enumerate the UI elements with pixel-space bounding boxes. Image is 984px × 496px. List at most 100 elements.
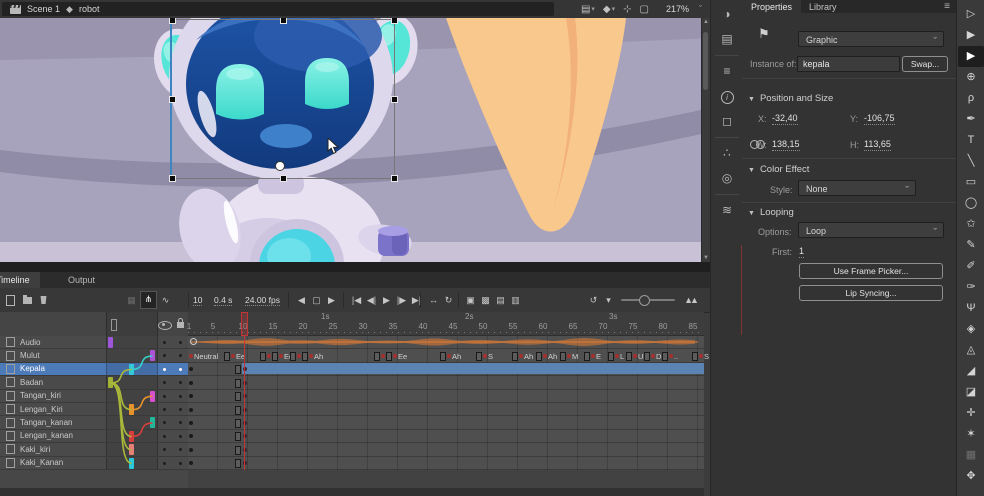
motion-editor-icon[interactable]: ≋: [711, 198, 743, 223]
subselection-tool[interactable]: ▶: [958, 25, 984, 46]
eraser-tool[interactable]: ◪: [958, 382, 984, 403]
step-back-icon[interactable]: ◀|: [364, 288, 379, 312]
handle-bottom-left[interactable]: [169, 175, 176, 182]
timeline-zoom-icon[interactable]: ▲▲: [680, 288, 700, 312]
scroll-down-icon[interactable]: ▼: [702, 255, 710, 261]
stage-canvas[interactable]: ▲ ▼: [0, 18, 710, 262]
visibility-dot[interactable]: [163, 395, 166, 398]
tab-properties[interactable]: Properties: [742, 0, 801, 13]
frame-row-Audio[interactable]: [188, 336, 704, 349]
x-value[interactable]: -32,40: [772, 113, 798, 125]
parent-marker-Badan[interactable]: [108, 377, 113, 388]
parent-marker-Lengan_Kiri[interactable]: [129, 404, 134, 415]
loop-options-dropdown[interactable]: Loop: [798, 222, 944, 238]
frame-selection-tool[interactable]: ▶: [958, 46, 984, 67]
show-parenting-icon[interactable]: ⋔: [140, 291, 157, 309]
info-icon[interactable]: i: [711, 84, 743, 109]
frame-row-Tangan_kiri[interactable]: [188, 390, 704, 403]
lip-syncing-button[interactable]: Lip Syncing...: [799, 285, 943, 301]
frame-row-Tangan_kanan[interactable]: [188, 416, 704, 429]
swatches-icon[interactable]: ▤: [711, 27, 743, 52]
line-tool[interactable]: ╲: [958, 151, 984, 172]
color-icon[interactable]: ◑: [711, 2, 743, 27]
step-forward-one-icon[interactable]: ▶: [324, 288, 339, 312]
tab-library[interactable]: Library: [800, 0, 846, 13]
current-frame-icon[interactable]: ▢: [309, 288, 324, 312]
ink-bottle-tool[interactable]: ◬: [958, 340, 984, 361]
parent-marker-Kepala[interactable]: [129, 364, 134, 375]
handle-bottom-right[interactable]: [391, 175, 398, 182]
rectangle-tool[interactable]: ▭: [958, 172, 984, 193]
frame-rows[interactable]: NeutralEeDEeFAhDEeAhSAhAhMELUhD..S: [188, 336, 704, 470]
magic-wand-tool[interactable]: ✶: [958, 424, 984, 445]
frame-row-Kepala[interactable]: [188, 363, 704, 376]
go-first-icon[interactable]: |◀: [349, 288, 364, 312]
layer-row-Tangan_kanan[interactable]: Tangan_kanan: [0, 416, 188, 429]
symbol-type-dropdown[interactable]: Graphic: [798, 31, 944, 47]
visibility-dot[interactable]: [163, 381, 166, 384]
layer-row-Kaki_kiri[interactable]: Kaki_kiri: [0, 443, 188, 456]
first-frame-value[interactable]: 1: [799, 246, 804, 258]
cc-libraries-icon[interactable]: ◎: [711, 166, 743, 191]
clip-actions-icon[interactable]: ▤▾: [578, 4, 598, 15]
lasso-tool[interactable]: ρ: [958, 88, 984, 109]
lock-dot[interactable]: [179, 341, 182, 344]
parent-marker-Kaki_Kanan[interactable]: [129, 458, 134, 469]
frame-row-Lengan_Kiri[interactable]: [188, 403, 704, 416]
layer-row-Tangan_kiri[interactable]: Tangan_kiri: [0, 390, 188, 403]
lock-dot[interactable]: [179, 421, 182, 424]
new-folder-icon[interactable]: [23, 297, 32, 304]
vertical-scrollbar[interactable]: ▲ ▼: [701, 18, 710, 262]
frame-row-Lengan_kanan[interactable]: [188, 430, 704, 443]
frame-row-Kaki_Kanan[interactable]: [188, 457, 704, 470]
delete-icon[interactable]: [40, 296, 47, 304]
parent-marker-Kaki_kiri[interactable]: [129, 444, 134, 455]
center-stage-icon[interactable]: ⊹: [620, 4, 634, 15]
parent-marker-Lengan_kanan[interactable]: [129, 431, 134, 442]
edit-multiple-frames-icon[interactable]: ▤: [493, 288, 508, 312]
pen-tool[interactable]: ✒: [958, 109, 984, 130]
playhead-marker[interactable]: [241, 312, 248, 336]
text-tool[interactable]: T: [958, 130, 984, 151]
go-last-icon[interactable]: ▶|: [409, 288, 424, 312]
layer-row-Kepala[interactable]: Kepala: [0, 363, 188, 376]
fluid-brush-tool[interactable]: ✐: [958, 256, 984, 277]
visibility-dot[interactable]: [163, 341, 166, 344]
color-effect-header[interactable]: ▼Color Effect: [748, 164, 809, 175]
scroll-up-icon[interactable]: ▲: [702, 19, 710, 25]
bone-tool[interactable]: Ψ: [958, 298, 984, 319]
free-transform-tool[interactable]: ⊕: [958, 67, 984, 88]
layer-row-Lengan_kanan[interactable]: Lengan_kanan: [0, 430, 188, 443]
layer-row-Mulut[interactable]: Mulut: [0, 349, 188, 362]
timeline-zoom-slider[interactable]: [621, 288, 675, 312]
clip-content-outside-stage-icon[interactable]: ▢: [637, 4, 652, 15]
breadcrumb-scene[interactable]: Scene 1: [27, 4, 60, 14]
slider-knob[interactable]: [639, 295, 650, 306]
tab-timeline[interactable]: Timeline: [0, 272, 40, 288]
frame-row-Kaki_kiri[interactable]: [188, 443, 704, 456]
swap-button[interactable]: Swap...: [902, 56, 948, 72]
visibility-dot[interactable]: [163, 435, 166, 438]
selection-tool[interactable]: ▷: [958, 4, 984, 25]
loop-playback-icon[interactable]: ↻: [441, 288, 456, 312]
layer-row-Kaki_Kanan[interactable]: Kaki_Kanan: [0, 457, 188, 470]
frames-area[interactable]: 1s2s3s 151015202530354045505560657075808…: [188, 312, 704, 496]
visibility-dot[interactable]: [163, 368, 166, 371]
graph-editor-icon[interactable]: ∿: [158, 288, 173, 312]
classic-brush-tool[interactable]: ✑: [958, 277, 984, 298]
handle-mid-right[interactable]: [391, 96, 398, 103]
onion-outlines-icon[interactable]: ▩: [478, 288, 493, 312]
eyedropper-tool[interactable]: ◢: [958, 361, 984, 382]
frame-row-Badan[interactable]: [188, 376, 704, 389]
layer-row-Audio[interactable]: Audio: [0, 336, 188, 349]
style-dropdown[interactable]: None: [798, 180, 916, 196]
brush-library-icon[interactable]: ∴: [711, 141, 743, 166]
frame-ruler[interactable]: 1s2s3s 151015202530354045505560657075808…: [188, 312, 704, 336]
new-layer-icon[interactable]: [6, 295, 15, 306]
visibility-dot[interactable]: [163, 462, 166, 465]
asset-warp-tool[interactable]: ✛: [958, 403, 984, 424]
camera-icon[interactable]: ▦: [124, 288, 139, 312]
tab-output[interactable]: Output: [58, 272, 105, 288]
camera-tool[interactable]: ▦: [958, 445, 984, 466]
handle-bottom-mid[interactable]: [280, 175, 287, 182]
